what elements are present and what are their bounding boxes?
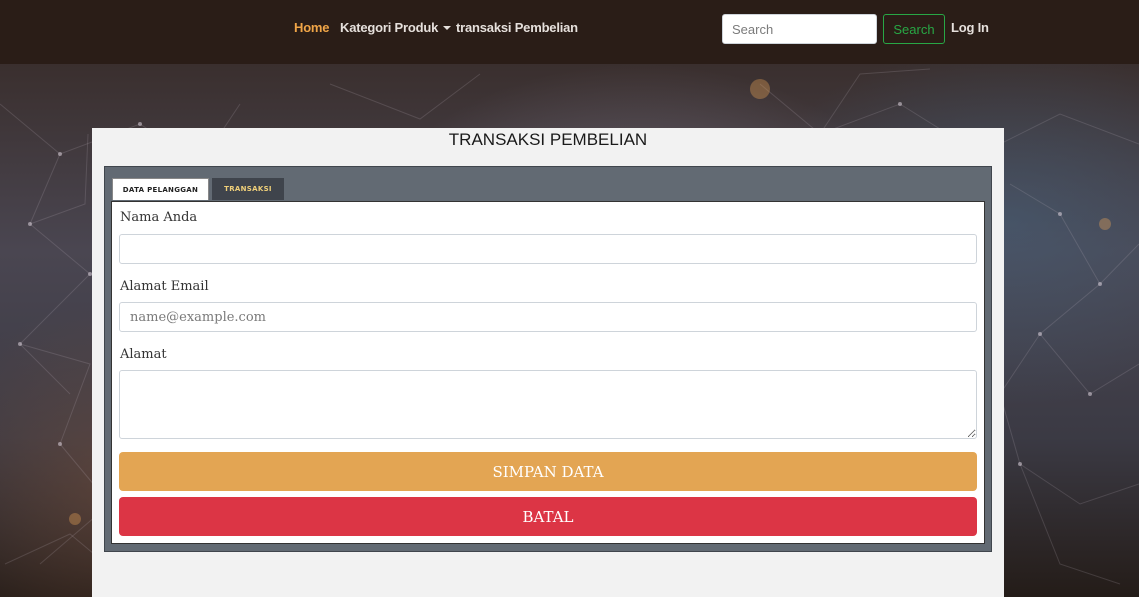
address-field[interactable] (119, 370, 977, 439)
page-title: TRANSAKSI PEMBELIAN (448, 130, 648, 149)
login-link[interactable]: Log In (951, 20, 989, 35)
address-label: Alamat (120, 347, 167, 362)
tab-panel: DATA PELANGGAN TRANSAKSI Nama Anda Alama… (104, 166, 992, 552)
navbar: Home Kategori Produk transaksi Pembelian… (0, 0, 1139, 64)
tab-transaksi[interactable]: TRANSAKSI (212, 178, 284, 200)
cancel-button[interactable]: BATAL (119, 497, 977, 536)
tab-data-pelanggan[interactable]: DATA PELANGGAN (112, 178, 209, 200)
transaction-card: TRANSAKSI PEMBELIAN DATA PELANGGAN TRANS… (92, 128, 1004, 597)
name-field[interactable] (119, 234, 977, 264)
nav-home-link[interactable]: Home (294, 20, 330, 35)
customer-form: Nama Anda Alamat Email Alamat SIMPAN DAT… (111, 201, 985, 544)
nav-kategori-dropdown[interactable]: Kategori Produk (340, 20, 452, 35)
email-label: Alamat Email (120, 279, 209, 294)
nav-kategori-label: Kategori Produk (340, 20, 439, 35)
caret-down-icon (443, 26, 452, 30)
name-label: Nama Anda (120, 210, 198, 225)
save-button[interactable]: SIMPAN DATA (119, 452, 977, 491)
search-input[interactable] (722, 14, 877, 44)
email-field[interactable] (119, 302, 977, 332)
search-button[interactable]: Search (883, 14, 945, 44)
nav-transaksi-link[interactable]: transaksi Pembelian (456, 20, 578, 35)
